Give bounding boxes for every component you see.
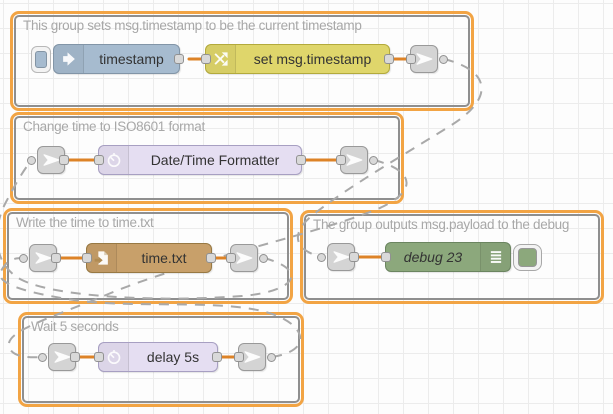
link-in-port[interactable] [317,253,326,262]
link-in-port[interactable] [38,353,47,362]
output-port[interactable] [206,253,216,263]
link-in-port[interactable] [19,254,28,263]
node-label: set msg.timestamp [236,45,389,73]
input-port[interactable] [406,54,416,64]
output-port[interactable] [51,253,61,263]
node-link-in-2[interactable] [37,146,65,174]
input-port[interactable] [381,252,391,262]
link-out-port[interactable] [369,156,378,165]
node-label: debug 23 [386,243,480,271]
input-port[interactable] [82,253,92,263]
node-link-out-3[interactable] [230,244,258,272]
node-link-in-5[interactable] [48,343,76,371]
node-link-in-3[interactable] [29,244,57,272]
flow-canvas[interactable]: This group sets msg.timestamp to be the … [0,0,613,414]
group-label: This group sets msg.timestamp to be the … [23,18,362,33]
input-port[interactable] [94,155,104,165]
group-label: Write the time to time.txt [16,215,154,230]
output-port[interactable] [174,54,184,64]
output-port[interactable] [59,155,69,165]
input-port[interactable] [336,155,346,165]
node-label: time.txt [117,244,211,272]
node-debug-23[interactable]: debug 23 [385,242,511,272]
link-out-port[interactable] [267,353,276,362]
debug-toggle-pad [518,248,537,267]
debug-sidebar-icon [480,243,510,271]
output-port[interactable] [296,155,306,165]
node-link-in-4[interactable] [327,243,355,271]
node-label: timestamp [84,45,179,73]
input-port[interactable] [226,253,236,263]
node-link-out-5[interactable] [238,343,266,371]
node-label: delay 5s [129,343,217,371]
link-out-port[interactable] [259,254,268,263]
node-link-out-1[interactable] [410,45,438,73]
group-label: The group outputs msg.payload to the deb… [313,217,569,232]
link-out-port[interactable] [439,55,448,64]
debug-toggle-button[interactable] [513,244,542,271]
inject-icon [54,45,84,73]
input-port[interactable] [94,352,104,362]
node-inject-timestamp[interactable]: timestamp [53,44,180,74]
node-label: Date/Time Formatter [129,146,301,174]
node-file-time-txt[interactable]: time.txt [86,243,212,273]
node-link-out-2[interactable] [340,146,368,174]
node-delay-5s[interactable]: delay 5s [98,342,218,372]
node-change-set-msg-timestamp[interactable]: set msg.timestamp [205,44,390,74]
output-port[interactable] [70,352,80,362]
output-port[interactable] [349,252,359,262]
group-label: Change time to ISO8601 format [23,119,205,134]
output-port[interactable] [212,352,222,362]
input-port[interactable] [201,54,211,64]
inject-button[interactable] [31,46,51,73]
node-datetime-formatter[interactable]: Date/Time Formatter [98,145,302,175]
output-port[interactable] [384,54,394,64]
group-label: Wait 5 seconds [31,319,119,334]
inject-button-pad [35,51,47,68]
link-in-port[interactable] [27,156,36,165]
input-port[interactable] [234,352,244,362]
